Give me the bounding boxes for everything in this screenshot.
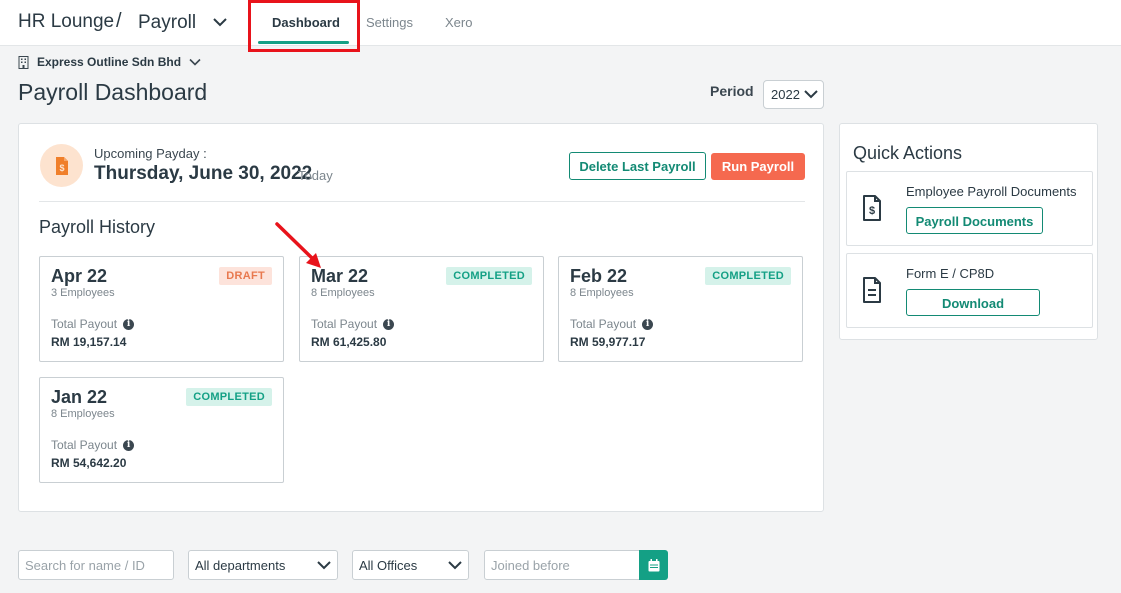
total-payout-label: Total Payout i [311,317,395,331]
tab-xero[interactable]: Xero [445,15,472,30]
total-payout-text: Total Payout [570,317,637,331]
total-payout-text: Total Payout [51,317,118,331]
payroll-month: Apr 22 [51,266,108,286]
info-icon[interactable]: i [123,318,135,330]
info-icon[interactable]: i [383,318,395,330]
office-select[interactable]: All Offices [352,550,469,580]
download-button[interactable]: Download [906,289,1040,316]
chevron-down-icon[interactable] [212,15,228,29]
period-select[interactable]: 2022 [763,80,824,109]
quick-action-label: Employee Payroll Documents [906,184,1077,199]
quick-action-label: Form E / CP8D [906,266,995,281]
total-payout-label: Total Payout i [51,438,135,452]
total-payout-value: RM 54,642.20 [51,456,127,470]
period-label: Period [710,83,754,99]
total-payout-value: RM 61,425.80 [311,335,387,349]
payslip-icon: $ [40,144,83,187]
search-input[interactable]: Search for name / ID [18,550,174,580]
upcoming-payday-date: Thursday, June 30, 2022 [94,163,313,184]
building-icon [18,55,29,69]
status-badge: COMPLETED [446,267,532,285]
company-name: Express Outline Sdn Bhd [37,55,182,69]
payroll-documents-button[interactable]: Payroll Documents [906,207,1043,234]
chevron-down-icon [448,561,462,570]
total-payout-text: Total Payout [311,317,378,331]
quick-action-item: Form E / CP8D Download [846,253,1093,328]
tab-settings[interactable]: Settings [366,15,413,30]
status-badge: DRAFT [219,267,272,285]
payroll-month: Feb 22 [570,266,628,286]
department-select[interactable]: All departments [188,550,338,580]
chevron-down-icon [804,90,818,99]
highlight-box [248,0,360,52]
payroll-history-card[interactable]: Apr 22 3 Employees DRAFT Total Payout i R… [39,256,284,362]
company-selector[interactable]: Express Outline Sdn Bhd [18,55,201,69]
chevron-down-icon [317,561,331,570]
office-value: All Offices [359,558,418,573]
joined-before-input[interactable]: Joined before [484,550,640,580]
total-payout-label: Total Payout i [570,317,654,331]
today-tag: Today [298,168,333,183]
info-icon[interactable]: i [642,318,654,330]
calendar-icon [648,558,659,571]
status-badge: COMPLETED [705,267,791,285]
breadcrumb-separator: / [116,10,122,32]
employee-count: 8 Employees [51,408,115,420]
run-payroll-button[interactable]: Run Payroll [711,153,805,180]
payroll-history-card[interactable]: Jan 22 8 Employees COMPLETED Total Payou… [39,377,284,483]
employee-count: 8 Employees [570,287,634,299]
payroll-history-card[interactable]: Mar 22 8 Employees COMPLETED Total Payou… [299,256,544,362]
status-badge: COMPLETED [186,388,272,406]
quick-actions-panel: Quick Actions $ Employee Payroll Documen… [839,123,1098,340]
payroll-history-card[interactable]: Feb 22 8 Employees COMPLETED Total Payou… [558,256,803,362]
employee-count: 3 Employees [51,287,115,299]
upcoming-payday-label: Upcoming Payday : [94,146,207,161]
period-value: 2022 [771,87,800,102]
delete-last-payroll-button[interactable]: Delete Last Payroll [569,152,706,180]
divider [39,201,805,202]
svg-text:$: $ [59,163,64,173]
document-icon [863,277,881,303]
page-title: Payroll Dashboard [18,79,208,105]
info-icon[interactable]: i [123,439,135,451]
employee-count: 8 Employees [311,287,375,299]
calendar-button[interactable] [639,550,668,580]
total-payout-value: RM 59,977.17 [570,335,646,349]
svg-text:$: $ [869,205,875,217]
top-bar: HR Lounge / Payroll Dashboard Settings X… [0,0,1121,46]
chevron-down-icon [189,58,201,66]
total-payout-label: Total Payout i [51,317,135,331]
payroll-history-title: Payroll History [39,217,156,237]
total-payout-text: Total Payout [51,438,118,452]
quick-actions-title: Quick Actions [853,143,963,163]
annotation-arrow [275,222,321,268]
quick-action-item: $ Employee Payroll Documents Payroll Doc… [846,171,1093,246]
brand-name[interactable]: HR Lounge [18,11,114,33]
payroll-month: Jan 22 [51,387,108,407]
module-switcher-label[interactable]: Payroll [138,12,196,34]
department-value: All departments [195,558,286,573]
total-payout-value: RM 19,157.14 [51,335,127,349]
dollar-document-icon: $ [863,195,881,221]
payroll-overview-card: $ Upcoming Payday : Thursday, June 30, 2… [18,123,824,512]
